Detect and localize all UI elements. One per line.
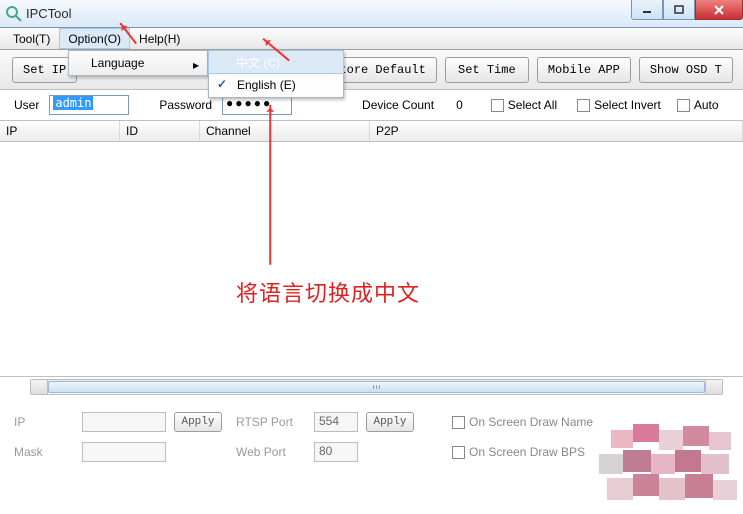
language-menu: 中文 (C) ✓ English (E)	[208, 50, 344, 98]
rtsp-apply-button[interactable]: Apply	[366, 412, 414, 432]
ip-input[interactable]	[82, 412, 166, 432]
table-body	[0, 142, 743, 377]
hscroll-thumb[interactable]	[48, 381, 705, 393]
lang-english[interactable]: ✓ English (E)	[209, 73, 343, 97]
app-icon	[6, 6, 22, 22]
rtsp-port-input[interactable]: 554	[314, 412, 358, 432]
mask-input[interactable]	[82, 442, 166, 462]
window-controls	[631, 0, 743, 20]
show-osd-button[interactable]: Show OSD T	[639, 57, 733, 83]
annotation-text: 将语言切换成中文	[236, 276, 420, 308]
table-header: IP ID Channel P2P	[0, 120, 743, 142]
user-label: User	[14, 98, 39, 112]
password-label: Password	[159, 98, 212, 112]
chevron-right-icon: ▸	[193, 58, 199, 72]
osd-name-label: On Screen Draw Name	[469, 415, 593, 429]
hscroll-track[interactable]	[30, 379, 723, 395]
device-count-label: Device Count	[362, 98, 434, 112]
col-id[interactable]: ID	[120, 121, 200, 141]
maximize-button[interactable]	[663, 0, 695, 20]
window-title: IPCTool	[26, 6, 72, 21]
lang-english-label: English (E)	[237, 78, 296, 92]
close-button[interactable]	[695, 0, 743, 20]
annotation-arrow-3	[269, 105, 271, 265]
mask-label: Mask	[14, 445, 74, 459]
web-port-input[interactable]: 80	[314, 442, 358, 462]
title-bar: IPCTool	[0, 0, 743, 28]
password-input[interactable]: ●●●●●	[222, 95, 292, 115]
menu-bar: Tool(T) Option(O) Help(H)	[0, 28, 743, 50]
mobile-app-button[interactable]: Mobile APP	[537, 57, 631, 83]
auto-label: Auto	[694, 98, 719, 112]
menu-tool[interactable]: Tool(T)	[4, 28, 59, 49]
ip-apply-button[interactable]: Apply	[174, 412, 222, 432]
lang-chinese[interactable]: 中文 (C)	[208, 50, 344, 74]
web-port-label: Web Port	[236, 445, 306, 459]
osd-bps-label: On Screen Draw BPS	[469, 445, 585, 459]
hscroll-row	[0, 377, 743, 397]
menu-help[interactable]: Help(H)	[130, 28, 189, 49]
osd-bps-checkbox[interactable]: On Screen Draw BPS	[452, 445, 585, 459]
check-icon: ✓	[217, 77, 227, 91]
user-input[interactable]: admin	[49, 95, 129, 115]
lang-chinese-label: 中文 (C)	[236, 54, 280, 71]
select-invert-label: Select Invert	[594, 98, 661, 112]
select-all-checkbox[interactable]: Select All	[491, 98, 557, 112]
device-count-value: 0	[456, 98, 463, 112]
rtsp-port-label: RTSP Port	[236, 415, 306, 429]
select-invert-checkbox[interactable]: Select Invert	[577, 98, 661, 112]
submenu-language-label: Language	[91, 56, 144, 70]
ip-label: IP	[14, 415, 74, 429]
auto-checkbox[interactable]: Auto	[677, 98, 719, 112]
option-submenu: Language ▸	[68, 50, 208, 76]
credentials-row: User admin Password ●●●●● Device Count 0…	[0, 90, 743, 120]
censored-region	[593, 424, 743, 514]
set-time-button[interactable]: Set Time	[445, 57, 529, 83]
col-ip[interactable]: IP	[0, 121, 120, 141]
submenu-language[interactable]: Language ▸	[69, 51, 207, 75]
menu-option[interactable]: Option(O)	[59, 28, 130, 49]
select-all-label: Select All	[508, 98, 557, 112]
col-channel[interactable]: Channel	[200, 121, 370, 141]
osd-name-checkbox[interactable]: On Screen Draw Name	[452, 415, 593, 429]
user-value: admin	[53, 96, 93, 110]
minimize-button[interactable]	[631, 0, 663, 20]
col-p2p[interactable]: P2P	[370, 121, 743, 141]
